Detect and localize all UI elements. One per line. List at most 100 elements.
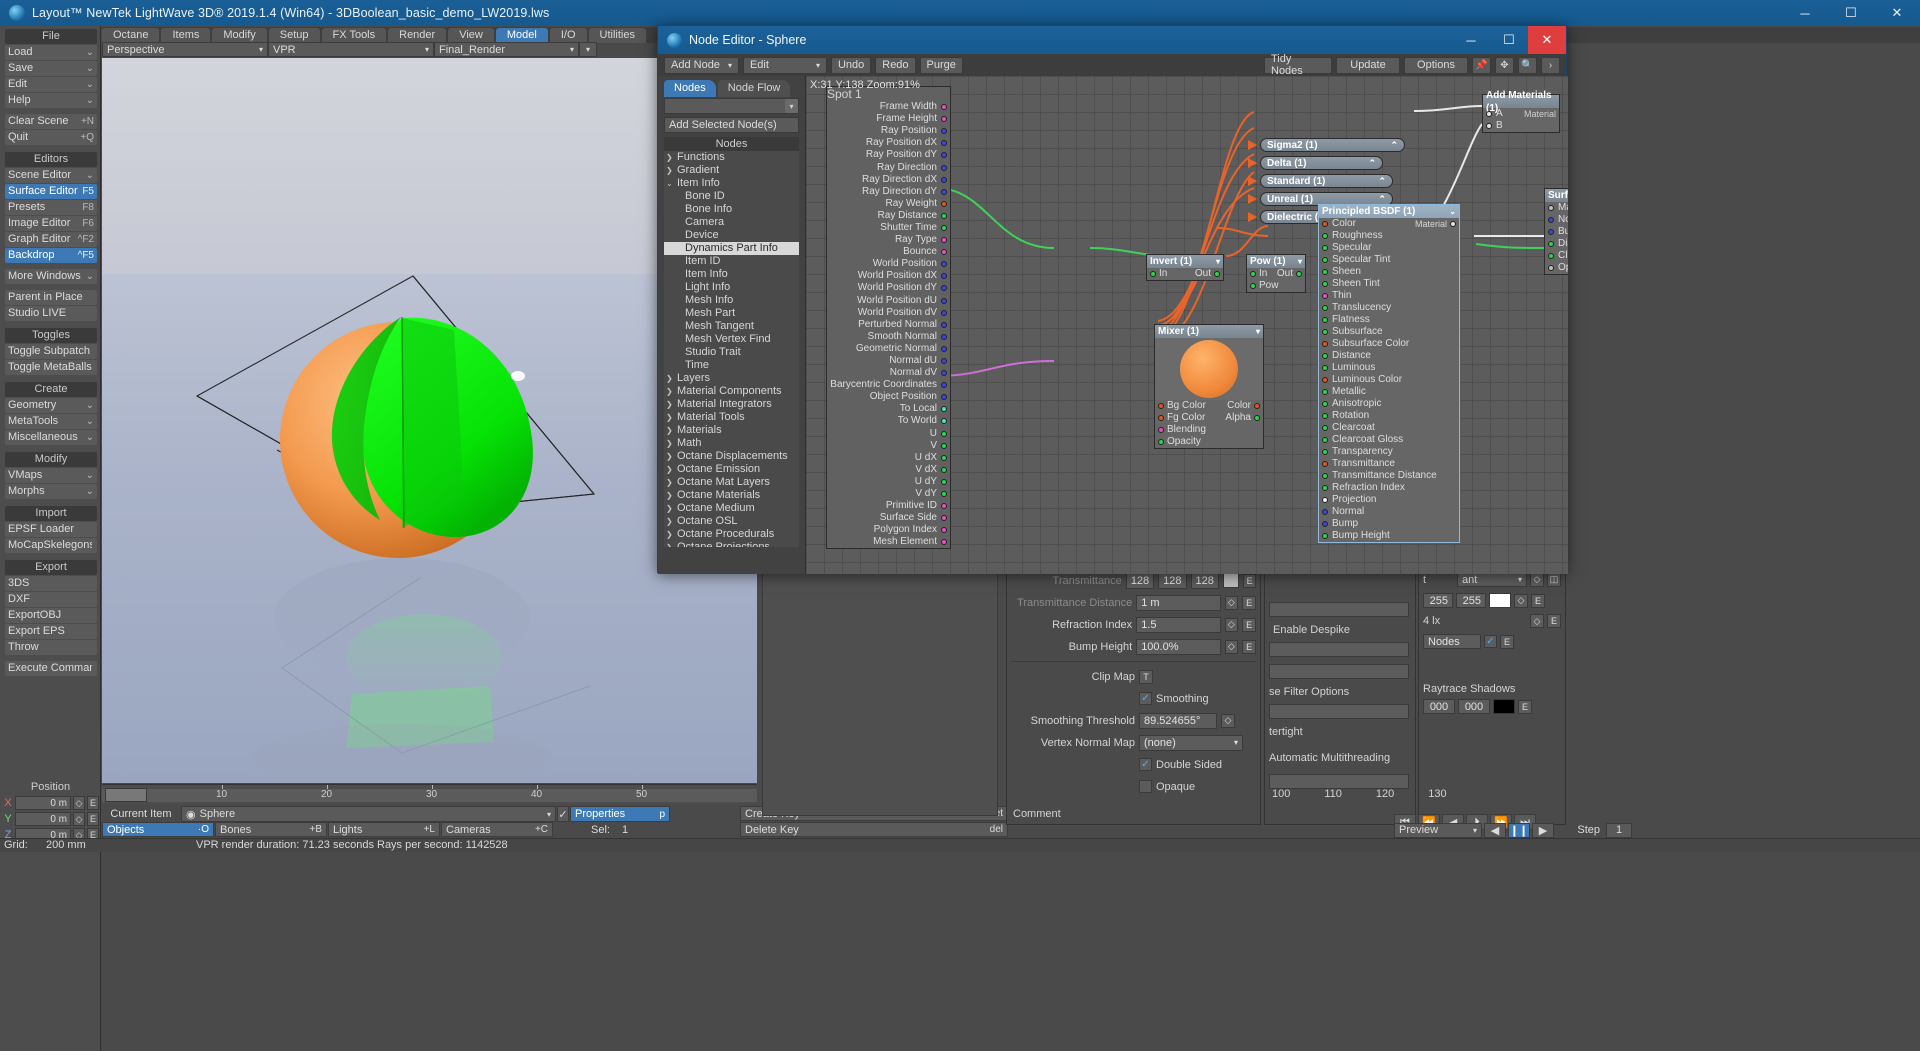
node-output-row[interactable]: V dX bbox=[827, 464, 950, 476]
node-input-row[interactable]: Rotation bbox=[1319, 410, 1459, 422]
chevron-up-icon[interactable]: ⌃ bbox=[1368, 158, 1376, 169]
node-port-dot[interactable] bbox=[1548, 241, 1554, 247]
node-port-dot[interactable] bbox=[1548, 205, 1554, 211]
node-port-dot[interactable] bbox=[941, 285, 947, 292]
sidebar-item-load[interactable]: Load ⌄ bbox=[5, 45, 97, 60]
node-tree-item[interactable]: Light Info bbox=[664, 281, 799, 294]
chevron-down-icon[interactable]: ▾ bbox=[785, 99, 798, 113]
node-input-row[interactable]: Subsurface Color bbox=[1319, 338, 1459, 350]
node-tree-item[interactable]: ❯ Octane Materials bbox=[664, 489, 799, 502]
sidebar-item-epsf-loader[interactable]: EPSF Loader bbox=[5, 522, 97, 537]
viewport-options-button[interactable]: ▾ bbox=[579, 42, 597, 57]
node-port-dot[interactable] bbox=[941, 478, 947, 485]
node-port-dot[interactable] bbox=[941, 527, 947, 534]
edit-menu-button[interactable]: Edit ▾ bbox=[742, 56, 827, 74]
node-search-input[interactable]: ▾ bbox=[664, 98, 799, 114]
node-port-dot[interactable] bbox=[1548, 217, 1554, 223]
node-input-row[interactable]: Anisotropic bbox=[1319, 398, 1459, 410]
edit-button[interactable]: E bbox=[1518, 699, 1532, 714]
node-tree-item[interactable]: ❯ Materials bbox=[664, 424, 799, 437]
node-port-dot[interactable] bbox=[1322, 401, 1328, 407]
bones-button[interactable]: Bones +B bbox=[215, 822, 327, 837]
node-input-row[interactable]: Transparency bbox=[1319, 446, 1459, 458]
node-input-row[interactable]: Clearcoat Gloss bbox=[1319, 434, 1459, 446]
node-tree-item[interactable]: Item ID bbox=[664, 255, 799, 268]
node-output-row[interactable]: Ray Direction bbox=[827, 161, 950, 173]
node-port-dot[interactable] bbox=[941, 321, 947, 328]
node-input-row[interactable]: Luminous bbox=[1319, 362, 1459, 374]
node-port-dot[interactable] bbox=[1322, 281, 1328, 287]
node-input-row[interactable]: Translucency bbox=[1319, 302, 1459, 314]
add-selected-nodes-button[interactable]: Add Selected Node(s) bbox=[664, 117, 799, 133]
node-port-dot[interactable] bbox=[941, 491, 947, 498]
edit-button-y[interactable]: E bbox=[87, 811, 99, 826]
node-input-row[interactable]: Metallic bbox=[1319, 386, 1459, 398]
node-output-row[interactable]: Polygon Index bbox=[827, 524, 950, 536]
node-input-row[interactable]: Transmittance Distance bbox=[1319, 470, 1459, 482]
invert-io-row[interactable]: In Out bbox=[1147, 268, 1223, 280]
mixer-row-fg[interactable]: Fg Color Alpha bbox=[1155, 412, 1263, 424]
env-icon[interactable]: ◇ bbox=[1530, 572, 1544, 587]
node-port-dot[interactable] bbox=[1548, 229, 1554, 235]
menu-tab-items[interactable]: Items bbox=[161, 28, 211, 43]
node-output-row[interactable]: Frame Height bbox=[827, 113, 950, 125]
node-input-row[interactable]: Distance bbox=[1319, 350, 1459, 362]
node-output-row[interactable]: Smooth Normal bbox=[827, 331, 950, 343]
node-port-dot[interactable] bbox=[1322, 521, 1328, 527]
node-input-row[interactable]: Specular Tint bbox=[1319, 254, 1459, 266]
node-output-row[interactable]: U dY bbox=[827, 476, 950, 488]
update-button[interactable]: Update bbox=[1336, 56, 1400, 74]
node-port-dot[interactable] bbox=[1322, 245, 1328, 251]
menu-tab-fx-tools[interactable]: FX Tools bbox=[321, 28, 387, 43]
node-tree-item[interactable]: ❯ Octane Emission bbox=[664, 463, 799, 476]
node-port-dot[interactable] bbox=[941, 394, 947, 401]
node-port-dot[interactable] bbox=[1322, 485, 1328, 491]
node-input-row[interactable]: Projection bbox=[1319, 494, 1459, 506]
node-port-dot[interactable] bbox=[941, 358, 947, 365]
node-port-dot[interactable] bbox=[941, 188, 947, 195]
node-output-row[interactable]: Ray Type bbox=[827, 234, 950, 246]
node-port-dot[interactable] bbox=[1322, 317, 1328, 323]
chevron-right-icon[interactable]: ❯ bbox=[666, 528, 677, 541]
chevron-right-icon[interactable]: ❯ bbox=[666, 437, 677, 450]
node-graph-canvas[interactable]: X:31 Y:138 Zoom:91% Spot 1 Frame Width F… bbox=[806, 76, 1568, 574]
chevron-right-icon[interactable]: ❯ bbox=[666, 450, 677, 463]
node-output-row[interactable]: Bounce bbox=[827, 246, 950, 258]
edit-button[interactable]: E bbox=[1242, 595, 1256, 610]
node-input-row[interactable]: Roughness bbox=[1319, 230, 1459, 242]
timeline-thumb[interactable] bbox=[105, 788, 147, 802]
envelope-icon[interactable]: ◇ bbox=[1224, 617, 1239, 632]
node-input-row[interactable]: Bump Height bbox=[1319, 530, 1459, 542]
node-port-dot[interactable] bbox=[1322, 353, 1328, 359]
shadow-a-field[interactable]: 000 bbox=[1423, 699, 1455, 714]
sidebar-item-image-editor[interactable]: Image Editor F6 bbox=[5, 216, 97, 231]
node-port-dot[interactable] bbox=[941, 176, 947, 183]
node-output-row[interactable]: Primitive ID bbox=[827, 500, 950, 512]
node-port-dot[interactable] bbox=[941, 418, 947, 425]
node-output-row[interactable]: V dY bbox=[827, 488, 950, 500]
move-icon[interactable]: ✥ bbox=[1495, 56, 1514, 74]
node-output-row[interactable]: Perturbed Normal bbox=[827, 319, 950, 331]
node-port-dot[interactable] bbox=[1548, 265, 1554, 271]
node-port-dot[interactable] bbox=[941, 104, 947, 111]
node-port-dot[interactable] bbox=[941, 140, 947, 147]
node-port-dot[interactable] bbox=[1450, 221, 1456, 227]
node-port-dot[interactable] bbox=[1322, 221, 1328, 227]
node-tree-item[interactable]: Mesh Tangent bbox=[664, 320, 799, 333]
node-port-dot[interactable] bbox=[941, 200, 947, 207]
node-port-dot[interactable] bbox=[1322, 473, 1328, 479]
node-tree-item[interactable]: Time bbox=[664, 359, 799, 372]
node-port-dot[interactable] bbox=[1548, 253, 1554, 259]
edit-button-x[interactable]: E bbox=[87, 795, 99, 810]
minimize-button[interactable]: ─ bbox=[1782, 0, 1828, 26]
node-output-row[interactable]: Normal dU bbox=[827, 355, 950, 367]
menu-tab-i-o[interactable]: I/O bbox=[549, 28, 587, 43]
sidebar-item-presets[interactable]: Presets F8 bbox=[5, 200, 97, 215]
node-port-dot[interactable] bbox=[1322, 365, 1328, 371]
tab-node-flow[interactable]: Node Flow bbox=[717, 80, 791, 97]
node-tree-item[interactable]: ❯ Octane OSL bbox=[664, 515, 799, 528]
redo-button[interactable]: Redo bbox=[875, 56, 916, 74]
sidebar-item-save[interactable]: Save ⌄ bbox=[5, 61, 97, 76]
node-input-row[interactable]: Color Material bbox=[1319, 218, 1459, 230]
node-port-dot[interactable] bbox=[1322, 533, 1328, 539]
